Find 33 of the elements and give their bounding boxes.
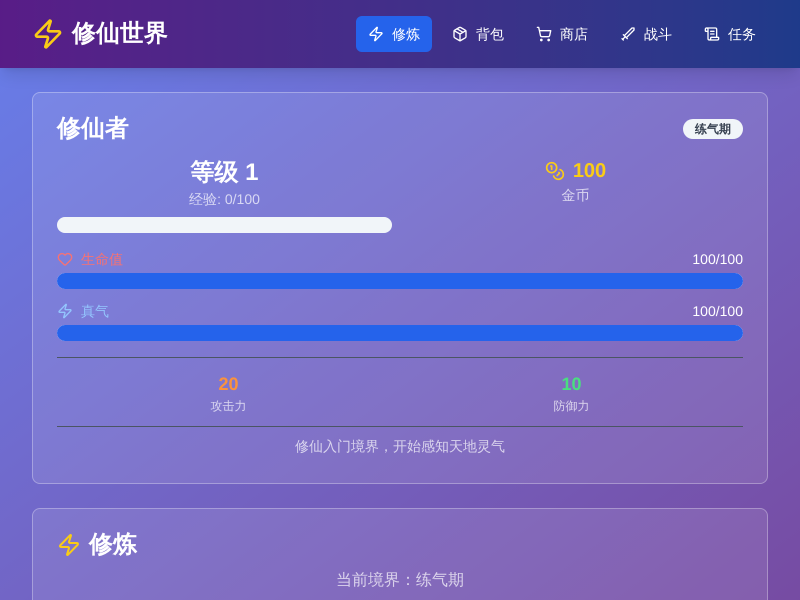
realm-badge: 练气期 — [683, 119, 743, 139]
nav-tab[interactable]: 背包 — [440, 16, 516, 52]
scroll-icon — [704, 26, 720, 42]
coins-icon — [544, 161, 565, 181]
level-text: 等级 1 — [190, 158, 258, 188]
stat-reading: 100/100 — [692, 302, 743, 321]
lightning-icon — [57, 303, 73, 319]
nav-tab[interactable]: 战斗 — [608, 16, 684, 52]
stat-value: 20 — [218, 373, 239, 396]
card-title: 修仙者 — [57, 114, 129, 144]
nav-tab[interactable]: 任务 — [692, 16, 768, 52]
stat-label: 生命值 — [81, 250, 123, 269]
heart-icon — [57, 251, 73, 267]
lightning-icon — [32, 18, 64, 50]
stat-value: 10 — [561, 373, 582, 396]
exp-text: 经验: 0/100 — [189, 190, 260, 209]
current-realm-text: 当前境界：练气期 — [336, 572, 464, 589]
lightning-icon — [57, 533, 81, 557]
cart-icon — [536, 26, 552, 42]
realm-description: 修仙入门境界，开始感知天地灵气 — [295, 438, 505, 454]
lightning-icon — [368, 26, 384, 42]
app-title: 修仙世界 — [72, 19, 168, 49]
sword-icon — [620, 26, 636, 42]
nav-tab[interactable]: 修炼 — [356, 16, 432, 52]
card-title: 修炼 — [89, 530, 137, 560]
stat-name: 攻击力 — [210, 398, 246, 414]
stat-name: 防御力 — [554, 398, 590, 414]
nav-tab[interactable]: 商店 — [524, 16, 600, 52]
currency-label: 金币 — [562, 186, 590, 205]
stat-label: 真气 — [81, 302, 109, 321]
coin-amount: 100 — [572, 159, 606, 184]
stat-reading: 100/100 — [692, 250, 743, 269]
box-icon — [452, 26, 468, 42]
